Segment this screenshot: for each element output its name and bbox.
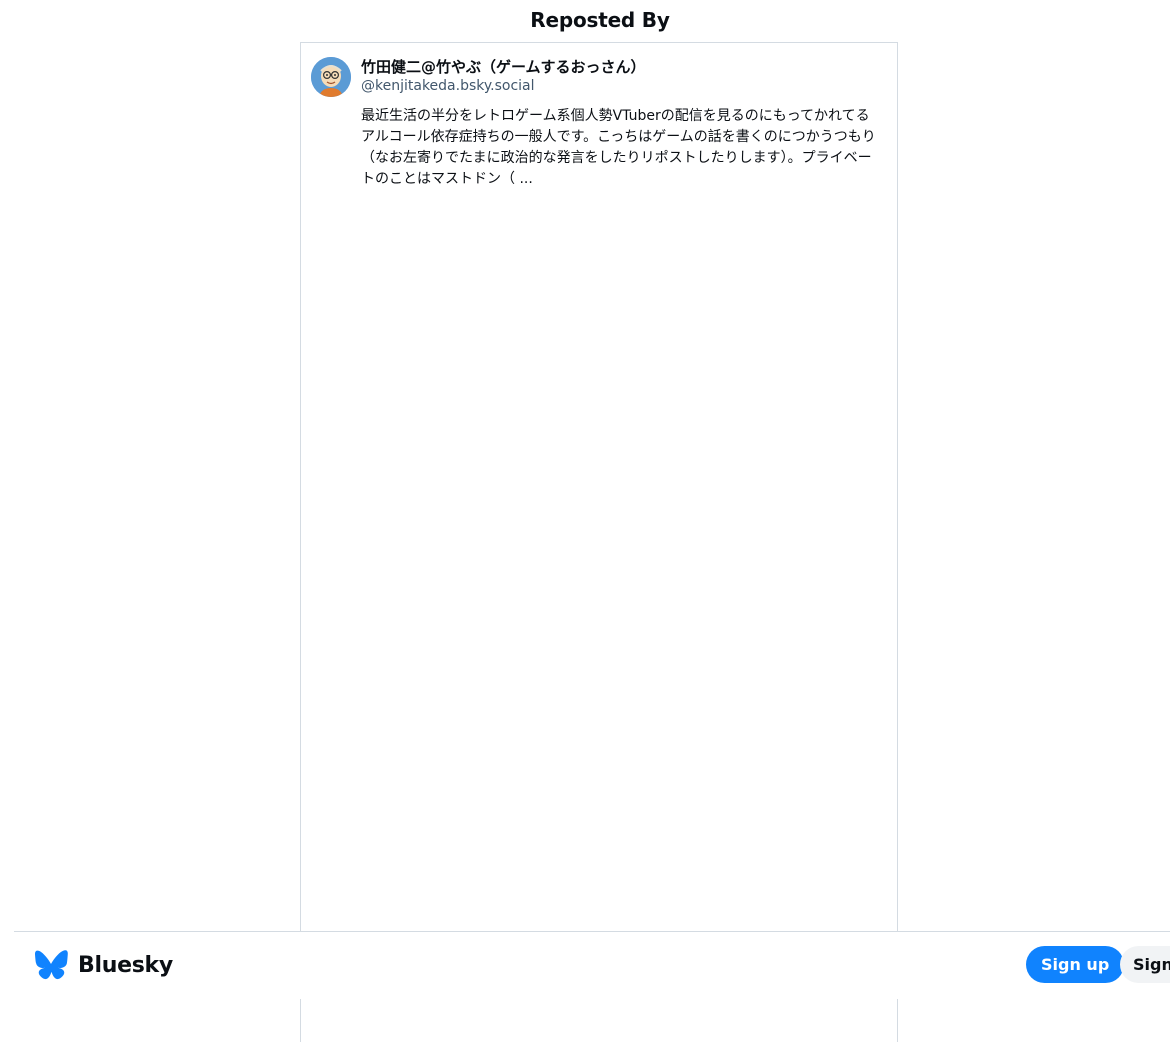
avatar[interactable] — [311, 57, 351, 97]
brand[interactable]: Bluesky — [34, 950, 173, 980]
brand-name: Bluesky — [78, 952, 173, 978]
bottom-bar: Bluesky Sign up Sign in — [14, 931, 1170, 999]
butterfly-logo-icon — [35, 950, 68, 980]
user-display-name[interactable]: 竹田健二@竹やぶ（ゲームするおっさん） — [361, 57, 881, 77]
user-bio: 最近生活の半分をレトロゲーム系個人勢VTuberの配信を見るのにもってかれてるア… — [361, 108, 876, 187]
page-title: Reposted By — [530, 8, 670, 32]
reposters-list: 竹田健二@竹やぶ（ゲームするおっさん） @kenjitakeda.bsky.so… — [300, 42, 898, 1042]
list-item[interactable]: 竹田健二@竹やぶ（ゲームするおっさん） @kenjitakeda.bsky.so… — [301, 43, 897, 202]
cartoon-avatar-icon — [311, 57, 351, 97]
sign-up-button[interactable]: Sign up — [1026, 946, 1125, 983]
page: Reposted By 竹田健二@竹やぶ（ゲームするおっさん） @kenjita… — [0, 0, 1170, 1042]
user-handle: @kenjitakeda.bsky.social — [361, 78, 535, 94]
sign-in-button[interactable]: Sign in — [1120, 946, 1170, 983]
